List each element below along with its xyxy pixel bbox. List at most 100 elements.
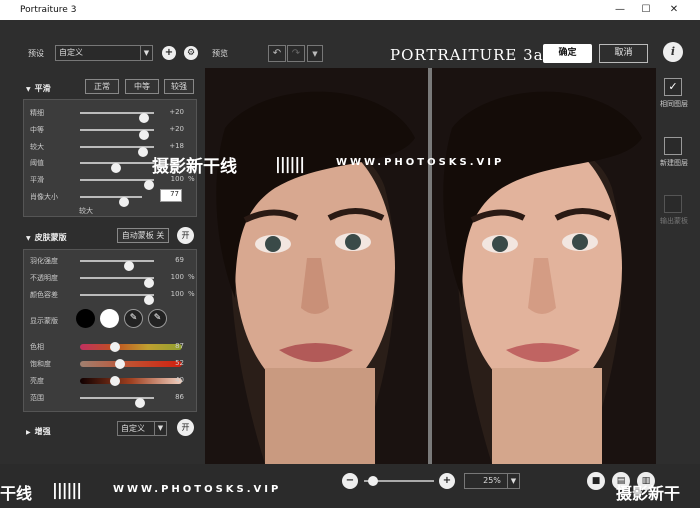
zoom-select[interactable]: 25% ▼ [464, 473, 520, 489]
bottom-bar: − + 25% ▼ ■ ▤ ▥ 干线 |||||| WWW.PHOTOSKS.VI… [0, 464, 700, 508]
slider-track[interactable] [80, 260, 154, 271]
zoom-slider[interactable] [364, 476, 434, 486]
slider-label: 较大 [30, 143, 44, 151]
history-dropdown-icon[interactable]: ▼ [307, 45, 323, 62]
zoom-in-button[interactable]: + [439, 473, 455, 489]
slider-row[interactable]: 亮度 40 [30, 375, 198, 387]
slider-row[interactable]: 不透明度 100% [30, 272, 198, 288]
zoom-value: 25% [483, 476, 501, 485]
slider-track[interactable] [80, 196, 142, 207]
slider-row[interactable]: 肖像大小 77 [30, 189, 198, 207]
slider-track[interactable] [80, 162, 154, 173]
minimize-button[interactable]: — [608, 2, 632, 18]
black-mask-swatch[interactable] [76, 309, 95, 328]
title-bar: Portraiture 3 — ☐ ✕ [0, 0, 700, 20]
slider-knob[interactable] [119, 197, 129, 207]
slider-knob[interactable] [135, 398, 146, 408]
slider-track[interactable] [80, 146, 154, 157]
preset-select[interactable]: 自定义 ▼ [55, 45, 153, 61]
white-mask-swatch[interactable] [100, 309, 119, 328]
add-preset-button[interactable]: + [162, 46, 176, 60]
slider-knob[interactable] [138, 113, 149, 123]
slider-track[interactable] [80, 112, 154, 123]
slider-track[interactable] [80, 397, 154, 408]
maximize-button[interactable]: ☐ [634, 2, 658, 18]
eyedropper-add-icon[interactable]: ✎ [148, 309, 167, 328]
info-button[interactable]: i [663, 42, 683, 62]
slider-knob[interactable] [144, 278, 154, 288]
slider-label: 颜色容差 [30, 291, 58, 299]
smoothing-title: 平滑 [34, 84, 51, 93]
slider-knob[interactable] [114, 359, 125, 369]
slider-knob[interactable] [138, 130, 149, 140]
slider-knob[interactable] [123, 261, 134, 271]
watermark-url: WWW.PHOTOSKS.VIP [336, 157, 505, 168]
slider-label: 亮度 [30, 377, 44, 385]
mode-strong-button[interactable]: 较强 [164, 79, 194, 94]
original-preview[interactable] [205, 68, 429, 464]
slider-row[interactable]: 饱和度 52 [30, 358, 198, 370]
slider-row[interactable]: 颜色容差 100% [30, 289, 198, 305]
skinmask-on-toggle[interactable]: 开 [177, 227, 194, 244]
slider-row[interactable]: 色相 87 [30, 341, 198, 353]
slider-row[interactable]: 精细 +20 [30, 107, 198, 123]
slider-knob[interactable] [144, 295, 154, 305]
preset-label: 预设 [28, 49, 44, 58]
slider-unit: % [188, 290, 195, 298]
slider-label: 精细 [30, 109, 44, 117]
skinmask-panel: 羽化强度 69 不透明度 100% 颜色容差 100% 显示蒙版 ✎ ✎ 色相 87 饱… [23, 249, 197, 412]
enhance-preset-value: 自定义 [121, 424, 145, 433]
enhance-on-toggle[interactable]: 开 [177, 419, 194, 436]
result-preview[interactable] [432, 68, 656, 464]
portrait-size-input[interactable]: 77 [160, 189, 182, 202]
slider-row[interactable]: 范围 86 [30, 392, 198, 408]
output-mask-button[interactable] [664, 195, 682, 213]
slider-knob[interactable] [110, 342, 121, 352]
new-layer-button[interactable] [664, 137, 682, 155]
slider-label: 中等 [30, 126, 44, 134]
brand-title: PORTRAITURE 3ai [390, 46, 550, 64]
slider-track[interactable] [80, 179, 154, 190]
slider-row[interactable]: 中等 +20 [30, 124, 198, 140]
zoom-slider-knob[interactable] [368, 476, 378, 486]
portrait-original-image [205, 68, 429, 464]
enhance-preset-select[interactable]: 自定义 ▼ [117, 421, 167, 436]
watermark-text: 摄影新干线 [152, 157, 237, 177]
slider-track[interactable] [80, 277, 154, 288]
slider-knob[interactable] [110, 376, 121, 386]
slider-knob[interactable] [111, 163, 122, 173]
gear-icon[interactable]: ⚙ [184, 46, 198, 60]
output-mask-label: 输出蒙板 [660, 217, 688, 225]
mode-normal-button[interactable]: 正常 [85, 79, 119, 94]
slider-value: +20 [169, 108, 184, 116]
close-button[interactable]: ✕ [662, 2, 686, 18]
skinmask-title: 皮肤蒙版 [34, 233, 67, 242]
redo-icon[interactable]: ↷ [287, 45, 305, 62]
slider-knob[interactable] [137, 147, 148, 157]
slider-track[interactable] [80, 129, 154, 140]
split-view-button[interactable]: ✓ [664, 78, 682, 96]
slider-label: 平滑 [30, 176, 44, 184]
chevron-down-icon: ▼ [154, 422, 166, 435]
ok-button[interactable]: 确定 [543, 44, 592, 63]
slider-value: 52 [175, 359, 184, 367]
slider-knob[interactable] [144, 180, 154, 190]
smoothing-header[interactable]: ▼ 平滑 [26, 83, 51, 94]
eyedropper-icon[interactable]: ✎ [124, 309, 143, 328]
skinmask-header[interactable]: ▼ 皮肤蒙版 [26, 232, 67, 243]
slider-label: 范围 [30, 394, 44, 402]
slider-row[interactable]: 羽化强度 69 [30, 255, 198, 271]
auto-mask-toggle[interactable]: 自动蒙板 关 [117, 228, 169, 243]
slider-label: 饱和度 [30, 360, 51, 368]
slider-value: 86 [175, 393, 184, 401]
single-view-icon[interactable]: ■ [587, 472, 605, 490]
app-window: Portraiture 3 — ☐ ✕ 预设 自定义 ▼ + ⚙ 预览 ↶ ↷ … [0, 0, 700, 508]
undo-icon[interactable]: ↶ [268, 45, 286, 62]
mode-medium-button[interactable]: 中等 [125, 79, 159, 94]
slider-track[interactable] [80, 294, 154, 305]
zoom-out-button[interactable]: − [342, 473, 358, 489]
new-layer-label: 新建图层 [660, 159, 688, 167]
slider-value: 40 [175, 376, 184, 384]
enhance-header[interactable]: ▶ 增强 [26, 426, 51, 437]
cancel-button[interactable]: 取消 [599, 44, 648, 63]
